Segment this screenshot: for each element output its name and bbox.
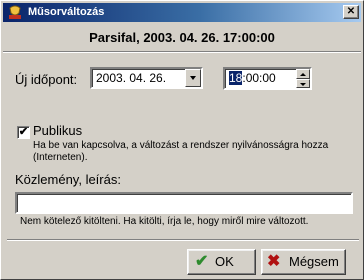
- date-value: 2003. 04. 26.: [96, 71, 167, 85]
- date-dropdown[interactable]: 2003. 04. 26.: [90, 67, 203, 89]
- dialog-window: Műsorváltozás ✕ Parsifal, 2003. 04. 26. …: [0, 0, 364, 280]
- ok-button[interactable]: ✔ OK: [187, 249, 256, 275]
- public-label[interactable]: Publikus: [33, 123, 82, 138]
- note-label: Közlemény, leírás:: [15, 172, 121, 187]
- date-dropdown-button[interactable]: [185, 69, 201, 87]
- time-spinner[interactable]: 18:00:00: [223, 67, 312, 90]
- public-hint: Ha be van kapcsolva, a változást a rends…: [33, 140, 329, 163]
- bottom-divider: [7, 239, 359, 241]
- event-header: Parsifal, 2003. 04. 26. 17:00:00: [89, 30, 275, 45]
- time-hour-selected: 18: [229, 71, 243, 85]
- cancel-label: Mégsem: [289, 254, 339, 269]
- ok-label: OK: [215, 254, 234, 269]
- close-button[interactable]: ✕: [343, 5, 359, 19]
- public-checkbox[interactable]: ✔: [17, 126, 30, 139]
- check-icon: ✔: [195, 253, 209, 270]
- window-title: Műsorváltozás: [28, 6, 105, 18]
- new-time-label: Új időpont:: [15, 72, 78, 87]
- spin-down-button[interactable]: [296, 78, 310, 88]
- note-hint: Nem kötelező kitölteni. Ha kitölti, írja…: [20, 216, 309, 227]
- header-panel: Parsifal, 2003. 04. 26. 17:00:00: [3, 24, 361, 52]
- close-icon: ✕: [346, 6, 356, 17]
- spin-up-button[interactable]: [296, 69, 310, 79]
- title-bar[interactable]: Műsorváltozás ✕: [3, 3, 361, 22]
- note-input[interactable]: [15, 192, 353, 214]
- app-icon: [7, 5, 23, 20]
- checkmark-icon: ✔: [18, 126, 29, 138]
- cancel-button[interactable]: ✖ Mégsem: [261, 249, 346, 275]
- time-minutes-seconds: :00:00: [242, 71, 276, 85]
- time-value: 18:00:00: [229, 71, 276, 85]
- x-icon: ✖: [267, 253, 281, 270]
